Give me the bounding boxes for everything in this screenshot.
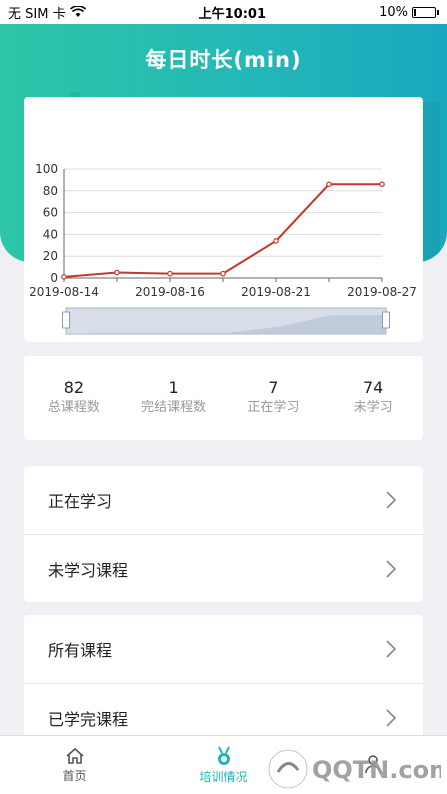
chevron-right-icon [386, 559, 397, 578]
y-tick-label: 40 [43, 227, 58, 241]
stat-label: 完结课程数 [141, 400, 207, 415]
list-item-label: 正在学习 [48, 492, 113, 511]
battery-percent: 10% [379, 4, 408, 20]
stat-value: 1 [168, 378, 179, 397]
x-tick-label: 2019-08-16 [135, 285, 205, 299]
zoom-slider-handle [382, 311, 390, 329]
y-tick-label: 100 [35, 162, 58, 176]
x-tick-label: 2019-08-21 [241, 285, 311, 299]
stat-not-started[interactable]: 74 未学习 [323, 378, 423, 418]
status-bar: 无 SIM 卡 上午10:01 10% [0, 0, 447, 24]
y-tick-label: 80 [43, 184, 58, 198]
data-point [61, 274, 67, 280]
x-tick-label: 2019-08-14 [29, 285, 99, 299]
stat-label: 正在学习 [247, 400, 300, 415]
course-list-group-1: 正在学习 未学习课程 [24, 466, 423, 602]
course-list-group-2: 所有课程 已学完课程 [24, 615, 423, 751]
carrier-text: 无 SIM 卡 [8, 6, 66, 22]
wifi-icon [69, 6, 86, 17]
svg-text:QQTN.com: QQTN.com [312, 756, 441, 784]
stat-value: 7 [268, 378, 279, 397]
medal-icon [217, 746, 230, 765]
data-point [379, 181, 385, 188]
data-point [273, 238, 279, 244]
home-icon [65, 747, 84, 764]
x-tick-label: 2019-08-27 [347, 285, 417, 299]
y-tick-label: 20 [43, 249, 58, 263]
zoom-slider-handle [62, 311, 70, 329]
stat-label: 未学习 [353, 400, 393, 415]
list-item-in-progress[interactable]: 正在学习 [24, 466, 423, 534]
list-item-all-courses[interactable]: 所有课程 [24, 615, 423, 683]
stat-finished-courses[interactable]: 1 完结课程数 [124, 378, 224, 418]
list-item-label: 未学习课程 [48, 560, 129, 580]
tab-label: 首页 [62, 768, 87, 783]
course-stats: 82 总课程数 1 完结课程数 7 正在学习 74 未学习 [24, 356, 423, 440]
data-point [167, 270, 173, 277]
site-watermark: QQTN.com [268, 749, 441, 789]
tab-home[interactable]: 首页 [0, 736, 149, 794]
stat-value: 82 [63, 378, 85, 397]
series-line [63, 183, 382, 278]
stat-in-progress[interactable]: 7 正在学习 [224, 378, 324, 418]
daily-duration-chart: 0 20 40 60 80 100 2019-08-14 2019-08-16 2019-08-… [29, 162, 417, 335]
data-point [220, 270, 226, 277]
daily-duration-chart-card: 0 20 40 60 80 100 2019-08-14 2019-08-16 2019-08-… [24, 97, 423, 342]
tab-label: 培训情况 [199, 769, 248, 784]
clock-text: 上午10:01 [198, 6, 267, 22]
stat-label: 总课程数 [47, 400, 100, 415]
chevron-right-icon [386, 640, 397, 658]
list-item-label: 已学完课程 [48, 709, 129, 729]
battery-icon [412, 6, 436, 18]
chevron-right-icon [386, 708, 397, 727]
y-tick-label: 60 [43, 206, 58, 220]
list-item-not-started[interactable]: 未学习课程 [24, 534, 423, 602]
page-title: 每日时长(min) [145, 48, 302, 72]
chevron-right-icon [386, 491, 397, 509]
stat-value: 74 [362, 378, 384, 397]
stat-total-courses[interactable]: 82 总课程数 [24, 378, 124, 418]
y-tick-label: 0 [50, 271, 58, 285]
list-item-label: 所有课程 [48, 641, 113, 660]
data-point [326, 181, 332, 188]
data-point [114, 269, 120, 276]
